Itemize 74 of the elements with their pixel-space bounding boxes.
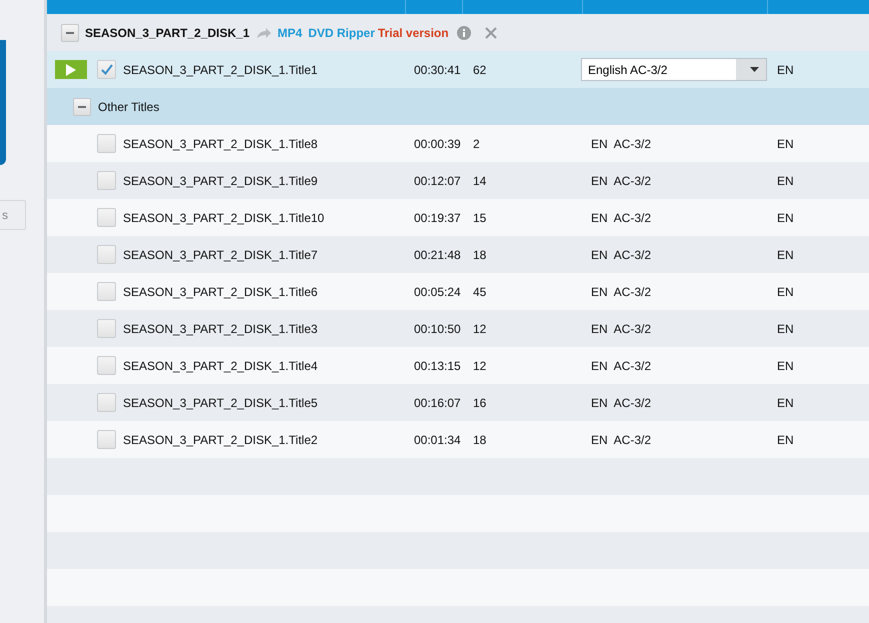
audio-dropdown[interactable]: English AC-3/2 bbox=[581, 58, 767, 81]
runtime-cell-text: 00:00:39 bbox=[413, 136, 462, 152]
checkbox[interactable] bbox=[97, 430, 116, 449]
check-icon bbox=[100, 64, 112, 75]
checkbox[interactable] bbox=[97, 60, 116, 79]
audio-cell-text: EN AC-3/2 bbox=[590, 136, 652, 152]
checkbox[interactable] bbox=[97, 319, 116, 338]
checkbox[interactable] bbox=[97, 393, 116, 412]
checkbox[interactable] bbox=[97, 356, 116, 375]
audio-cell-text: EN AC-3/2 bbox=[590, 432, 652, 448]
collapse-button[interactable] bbox=[61, 24, 79, 42]
audio-cell-text: EN AC-3/2 bbox=[590, 320, 652, 338]
subtitle-cell-text: EN bbox=[776, 320, 795, 338]
audio-cell-text: EN AC-3/2 bbox=[590, 394, 652, 412]
audio-cell-text: EN AC-3/2 bbox=[590, 284, 652, 300]
checkbox[interactable] bbox=[97, 171, 116, 190]
subtitle-cell-text: EN bbox=[776, 136, 795, 152]
chapter-cell-text: 62 bbox=[472, 62, 488, 78]
audio-cell-text: EN AC-3/2 bbox=[590, 210, 652, 226]
title-name: SEASON_3_PART_2_DISK_1.Title7 bbox=[123, 246, 318, 264]
arrow-icon bbox=[256, 26, 272, 38]
info-icon bbox=[456, 26, 471, 40]
title-name: SEASON_3_PART_2_DISK_1.Title10 bbox=[123, 210, 324, 226]
play-button[interactable] bbox=[55, 60, 87, 79]
group-label: Other Titles bbox=[98, 98, 160, 116]
audio-cell-text: EN AC-3/2 bbox=[590, 358, 652, 374]
runtime-cell-text: 00:19:37 bbox=[413, 210, 462, 226]
format-label: MP4 bbox=[278, 24, 302, 42]
product-name: DVD Ripper bbox=[308, 24, 375, 42]
checkbox[interactable] bbox=[97, 282, 116, 301]
subtitle-cell-text: EN bbox=[776, 432, 795, 448]
chapter-cell-text: 12 bbox=[472, 320, 488, 338]
title-name: SEASON_3_PART_2_DISK_1.Title8 bbox=[123, 136, 318, 152]
chapter-cell-text: 2 bbox=[472, 136, 481, 152]
chapter-cell-text: 16 bbox=[472, 394, 488, 412]
runtime-cell-text: 00:13:15 bbox=[413, 358, 462, 374]
runtime-cell-text: 00:01:34 bbox=[413, 432, 462, 448]
subtitle-cell-text: EN bbox=[776, 172, 795, 190]
chapter-cell-text: 15 bbox=[472, 210, 488, 226]
chapter-cell-text: 45 bbox=[472, 284, 488, 300]
runtime-cell-text: 00:16:07 bbox=[413, 394, 462, 412]
audio-cell-text: EN AC-3/2 bbox=[590, 172, 652, 190]
title-name: SEASON_3_PART_2_DISK_1.Title5 bbox=[123, 394, 318, 412]
play-icon bbox=[66, 64, 76, 76]
audio-cell-text: EN AC-3/2 bbox=[590, 246, 652, 264]
subtitle-cell-text: EN bbox=[776, 284, 795, 300]
chapter-cell-text: 12 bbox=[472, 358, 488, 374]
chapter-cell-text: 14 bbox=[472, 172, 488, 190]
title-name: SEASON_3_PART_2_DISK_1.Title2 bbox=[123, 432, 318, 448]
subtitle-cell-text: EN bbox=[776, 394, 795, 412]
runtime-cell-text: 00:05:24 bbox=[413, 284, 462, 300]
subtitle-cell-text: EN bbox=[776, 210, 795, 226]
runtime-cell-text: 00:30:41 bbox=[413, 62, 462, 78]
checkbox[interactable] bbox=[97, 208, 116, 227]
subtitle-cell-text: EN bbox=[776, 62, 795, 78]
title-name: SEASON_3_PART_2_DISK_1.Title6 bbox=[123, 284, 318, 300]
checkbox[interactable] bbox=[97, 245, 116, 264]
runtime-cell-text: 00:10:50 bbox=[413, 320, 462, 338]
disc-name: SEASON_3_PART_2_DISK_1 bbox=[85, 24, 250, 42]
edition-label: Trial version bbox=[378, 24, 449, 42]
subtitle-cell-text: EN bbox=[776, 246, 795, 264]
title-name: SEASON_3_PART_2_DISK_1.Title3 bbox=[123, 320, 318, 338]
runtime-cell-text: 00:21:48 bbox=[413, 246, 462, 264]
checkbox[interactable] bbox=[97, 134, 116, 153]
title-name: SEASON_3_PART_2_DISK_1.Title4 bbox=[123, 358, 318, 374]
subtitle-cell-text: EN bbox=[776, 358, 795, 374]
caret-icon bbox=[750, 67, 758, 72]
title-name: SEASON_3_PART_2_DISK_1.Title9 bbox=[123, 172, 318, 190]
runtime-cell-text: 00:12:07 bbox=[413, 172, 462, 190]
title-name: SEASON_3_PART_2_DISK_1.Title1 bbox=[123, 62, 318, 78]
chapter-cell-text: 18 bbox=[472, 246, 488, 264]
collapse-button[interactable] bbox=[73, 98, 91, 116]
close-icon bbox=[484, 26, 497, 38]
chapter-cell-text: 18 bbox=[472, 432, 488, 448]
